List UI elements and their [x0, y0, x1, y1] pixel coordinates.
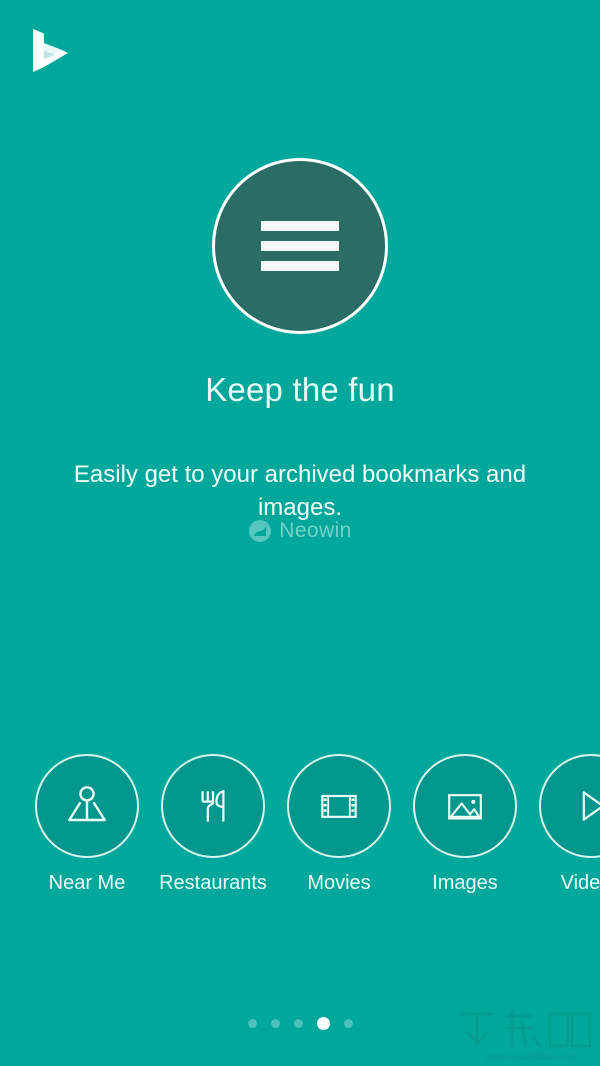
neowin-logo-icon — [249, 520, 272, 542]
images-picture-icon — [413, 754, 517, 858]
shortcut-label: Videos — [560, 872, 600, 894]
restaurants-icon — [161, 754, 265, 858]
page-dot-1[interactable] — [247, 1019, 257, 1028]
page-dot-5[interactable] — [343, 1019, 353, 1028]
page-title: Keep the fun — [205, 371, 395, 408]
page-subtitle: Easily get to your archived bookmarks an… — [73, 461, 527, 521]
shortcut-videos[interactable]: Videos — [528, 754, 600, 895]
shortcut-near-me[interactable]: Near Me — [24, 754, 150, 895]
shortcut-images[interactable]: Images — [402, 754, 528, 895]
hamburger-menu-button[interactable] — [212, 158, 388, 334]
near-me-icon — [35, 754, 139, 858]
shortcut-label: Movies — [307, 872, 371, 894]
hamburger-menu-icon — [261, 221, 339, 271]
shortcut-restaurants[interactable]: Restaurants — [150, 754, 276, 895]
page-dot-3[interactable] — [293, 1019, 303, 1028]
bing-logo-icon — [28, 27, 72, 79]
page-dot-4[interactable] — [316, 1017, 330, 1030]
page-dot-2[interactable] — [270, 1019, 280, 1028]
svg-text:www.xiazaiba.com: www.xiazaiba.com — [485, 1051, 576, 1063]
videos-play-icon — [539, 754, 600, 858]
shortcut-label: Restaurants — [159, 872, 267, 894]
shortcut-movies[interactable]: Movies — [276, 754, 402, 895]
shortcut-row: Near Me Restaurants Movies Images Vide — [0, 754, 600, 904]
movies-filmstrip-icon — [287, 754, 391, 858]
shortcut-label: Near Me — [48, 872, 126, 894]
neowin-watermark-label: Neowin — [279, 519, 352, 542]
onboarding-screen: Keep the fun Easily get to your archived… — [0, 0, 600, 1066]
xiazaiba-watermark: www.xiazaiba.com — [454, 1006, 596, 1064]
shortcut-label: Images — [432, 872, 498, 894]
neowin-watermark: Neowin — [0, 519, 600, 543]
